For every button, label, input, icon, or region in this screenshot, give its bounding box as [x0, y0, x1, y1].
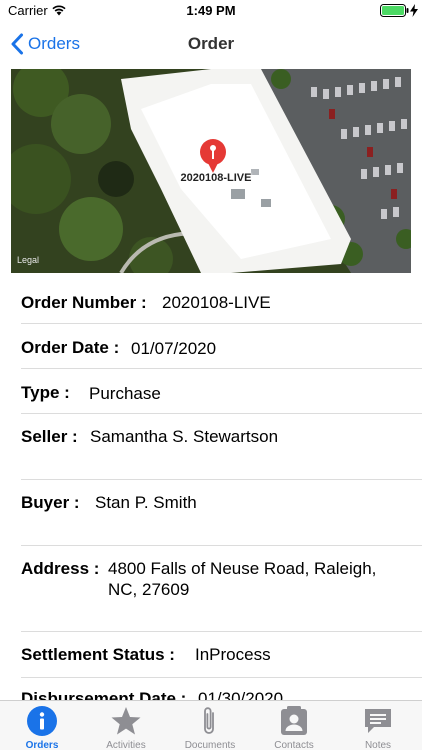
- settlement-status-value: InProcess: [195, 645, 271, 664]
- tab-notes-label: Notes: [364, 740, 392, 750]
- order-date-row: Order Date : 01/07/2020: [21, 324, 422, 369]
- address-label: Address :: [21, 559, 100, 578]
- tab-bar: Orders Activities Documents Contacts Not…: [0, 700, 422, 750]
- tab-activities-label: Activities: [106, 740, 146, 750]
- tab-notes[interactable]: Notes: [336, 704, 420, 750]
- page-title: Order: [187, 34, 235, 53]
- contacts-book-icon: [281, 706, 307, 735]
- address-row: Address : 4800 Falls of Neuse Road, Rale…: [21, 546, 422, 632]
- order-number-label: Order Number :: [21, 293, 147, 312]
- type-value: Purchase: [89, 384, 161, 403]
- paperclip-icon: [204, 707, 214, 734]
- tab-orders-label: Orders: [25, 740, 59, 750]
- star-icon: [111, 707, 141, 735]
- tab-contacts-label: Contacts: [274, 740, 314, 750]
- status-bar: Carrier 1:49 PM: [0, 0, 422, 22]
- seller-label: Seller :: [21, 427, 78, 446]
- info-icon: [27, 706, 57, 736]
- type-label: Type :: [21, 383, 70, 402]
- address-value-line2: NC, 27609: [108, 580, 190, 599]
- buyer-label: Buyer :: [21, 493, 80, 512]
- satellite-map[interactable]: 2020108-LIVE Legal: [11, 69, 411, 273]
- tab-contacts[interactable]: Contacts: [252, 704, 336, 750]
- clock-time: 1:49 PM: [186, 3, 236, 18]
- tab-documents-label: Documents: [184, 740, 236, 750]
- tab-orders[interactable]: Orders: [0, 704, 84, 750]
- navigation-bar: Orders Order: [0, 22, 422, 66]
- seller-value: Samantha S. Stewartson: [90, 427, 279, 446]
- settlement-status-label: Settlement Status :: [21, 645, 175, 664]
- seller-row: Seller : Samantha S. Stewartson: [21, 414, 422, 480]
- tab-documents[interactable]: Documents: [168, 704, 252, 750]
- settlement-status-row: Settlement Status : InProcess: [21, 632, 422, 678]
- buyer-value: Stan P. Smith: [95, 493, 197, 512]
- buyer-row: Buyer : Stan P. Smith: [21, 480, 422, 546]
- type-row: Type : Purchase: [21, 369, 422, 414]
- order-date-value: 01/07/2020: [131, 339, 217, 358]
- order-number-row: Order Number : 2020108-LIVE: [21, 282, 422, 324]
- map-legal-link[interactable]: Legal: [17, 255, 39, 265]
- order-number-value: 2020108-LIVE: [162, 293, 271, 312]
- order-date-label: Order Date :: [21, 338, 120, 357]
- address-value-line1: 4800 Falls of Neuse Road, Raleigh,: [108, 559, 377, 578]
- message-icon: [365, 709, 391, 733]
- battery-icon: [380, 4, 409, 17]
- tab-activities[interactable]: Activities: [84, 704, 168, 750]
- map-pin-label: 2020108-LIVE: [180, 172, 252, 184]
- charging-bolt-icon: [410, 4, 418, 17]
- map-pin-icon[interactable]: [199, 139, 227, 175]
